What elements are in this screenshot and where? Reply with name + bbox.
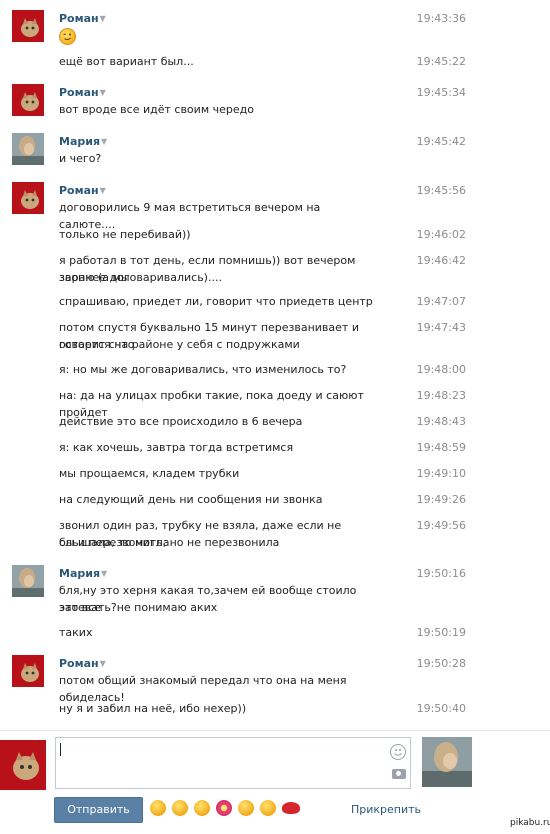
message-time[interactable]: 19:48:43: [400, 413, 466, 430]
author-name[interactable]: Мария▼: [59, 565, 107, 582]
message-time[interactable]: 19:48:23: [400, 387, 466, 404]
recipient-avatar[interactable]: [422, 737, 472, 787]
message-time[interactable]: 19:45:22: [400, 53, 466, 70]
message-time[interactable]: 19:46:42: [400, 252, 466, 269]
dropdown-caret-icon[interactable]: ▼: [100, 659, 106, 668]
message-text: ну я и забил на неё, ибо нехер)): [59, 702, 247, 715]
message-input[interactable]: [55, 737, 411, 789]
message-text: я: но мы же договаривались, что изменило…: [59, 363, 347, 376]
camera-icon[interactable]: [392, 769, 406, 779]
roman-avatar[interactable]: [12, 84, 44, 116]
message-text: на следующий день ни сообщения ни звонка: [59, 493, 323, 506]
author-name[interactable]: Роман▼: [59, 182, 106, 199]
message-time[interactable]: 19:45:42: [400, 133, 466, 150]
message-text: бы и перезвонить, но не перезвонила: [59, 536, 280, 549]
roman-avatar[interactable]: [12, 182, 44, 214]
wink-emoji-icon: [59, 28, 76, 45]
message-time[interactable]: 19:47:07: [400, 293, 466, 310]
message-time[interactable]: 19:43:36: [400, 10, 466, 27]
message-time[interactable]: 19:49:56: [400, 517, 466, 534]
author-name[interactable]: Мария▼: [59, 133, 107, 150]
smile-emoji-icon[interactable]: [150, 800, 166, 816]
emoji-icon[interactable]: [390, 744, 406, 760]
author-name[interactable]: Роман▼: [59, 10, 106, 27]
roman-avatar[interactable]: [12, 655, 44, 687]
author-label[interactable]: Мария: [59, 567, 100, 580]
flower-emoji-icon[interactable]: [216, 800, 232, 816]
message-text: только не перебивай)): [59, 228, 191, 241]
message-text: затевать?не понимаю аких: [59, 601, 218, 614]
chat-history: 19:43:36 Роман▼ 19:45:22 ещё вот вариант бы…: [0, 0, 550, 730]
message-text: остается на районе у себя с подружками: [59, 338, 300, 351]
kiss-emoji-icon[interactable]: [282, 802, 300, 814]
author-label[interactable]: Роман: [59, 657, 99, 670]
grin-emoji-icon[interactable]: [194, 800, 210, 816]
message-time[interactable]: 19:48:59: [400, 439, 466, 456]
blush-emoji-icon[interactable]: [238, 800, 254, 816]
message-time[interactable]: 19:46:02: [400, 226, 466, 243]
my-avatar[interactable]: [0, 740, 46, 790]
author-name[interactable]: Роман▼: [59, 655, 106, 672]
message-text: я: как хочешь, завтра тогда встретимся: [59, 441, 294, 454]
message-text: и чего?: [59, 152, 102, 165]
attach-link[interactable]: Прикрепить: [351, 803, 421, 816]
message-time[interactable]: 19:45:56: [400, 182, 466, 199]
dropdown-caret-icon[interactable]: ▼: [100, 186, 106, 195]
message-text: заранее договаривались)....: [59, 271, 222, 284]
woman-avatar-image: [422, 737, 472, 787]
message-text: вот вроде все идёт своим чередо: [59, 103, 254, 116]
dropdown-caret-icon[interactable]: ▼: [101, 569, 107, 578]
sleep-emoji-icon[interactable]: [260, 800, 276, 816]
message-time[interactable]: 19:48:00: [400, 361, 466, 378]
message-text: мы прощаемся, кладем трубки: [59, 467, 240, 480]
author-label[interactable]: Мария: [59, 135, 100, 148]
message-text: спрашиваю, приедет ли, говорит что приед…: [59, 295, 373, 308]
author-label[interactable]: Роман: [59, 12, 99, 25]
message-time[interactable]: 19:49:10: [400, 465, 466, 482]
maria-avatar[interactable]: [12, 565, 44, 597]
author-label[interactable]: Роман: [59, 86, 99, 99]
author-label[interactable]: Роман: [59, 184, 99, 197]
message-time[interactable]: 19:45:34: [400, 84, 466, 101]
dropdown-caret-icon[interactable]: ▼: [100, 14, 106, 23]
message-time[interactable]: 19:49:26: [400, 491, 466, 508]
cat-avatar-image: [0, 740, 46, 790]
author-name[interactable]: Роман▼: [59, 84, 106, 101]
message-text: таких: [59, 626, 93, 639]
message-time[interactable]: 19:50:19: [400, 624, 466, 641]
message-time[interactable]: 19:47:43: [400, 319, 466, 336]
maria-avatar[interactable]: [12, 133, 44, 165]
message-time[interactable]: 19:50:16: [400, 565, 466, 582]
message-text: ещё вот вариант был...: [59, 55, 194, 68]
laugh-emoji-icon[interactable]: [172, 800, 188, 816]
message-text: действие это все происходило в 6 вечера: [59, 415, 303, 428]
dropdown-caret-icon[interactable]: ▼: [101, 137, 107, 146]
send-button[interactable]: Отправить: [54, 797, 143, 823]
dropdown-caret-icon[interactable]: ▼: [100, 88, 106, 97]
message-time[interactable]: 19:50:28: [400, 655, 466, 672]
watermark: pikabu.ru: [510, 818, 550, 828]
message-time[interactable]: 19:50:40: [400, 700, 466, 717]
roman-avatar[interactable]: [12, 10, 44, 42]
